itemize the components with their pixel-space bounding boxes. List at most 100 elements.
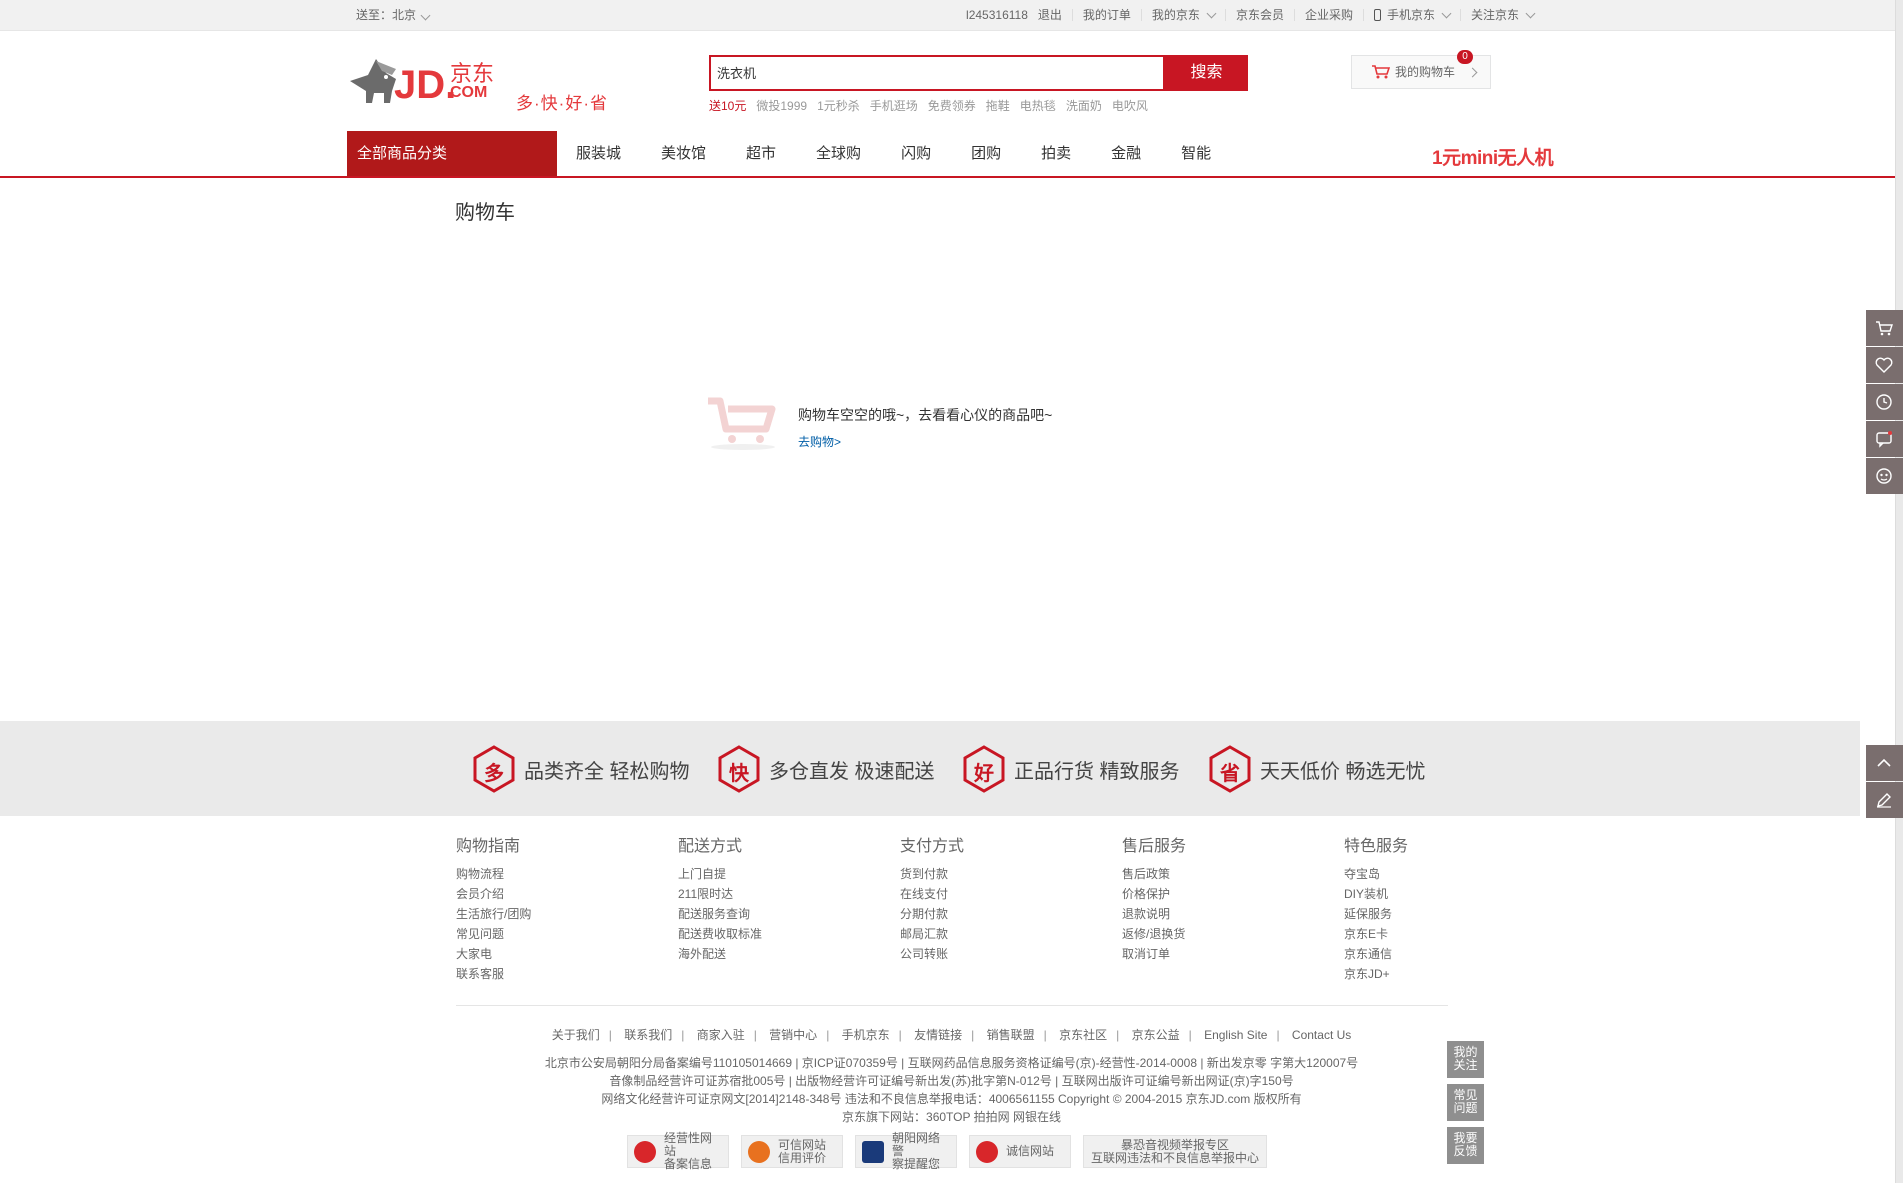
help-link[interactable]: 在线支付 <box>900 884 1100 904</box>
help-link[interactable]: 京东通信 <box>1344 944 1448 964</box>
my-cart-button[interactable]: 我的购物车 0 <box>1351 50 1491 89</box>
footer-link[interactable]: 销售联盟 <box>987 1028 1035 1042</box>
faq-button[interactable]: 常见问题 <box>1447 1084 1484 1121</box>
username[interactable]: l245316118 <box>966 0 1028 30</box>
help-link[interactable]: 配送费收取标准 <box>678 924 878 944</box>
toolbar-history-button[interactable] <box>1866 384 1903 420</box>
hotword-link[interactable]: 送10元 <box>709 97 746 114</box>
help-link[interactable]: 大家电 <box>456 944 656 964</box>
toolbar-message-button[interactable] <box>1866 421 1903 457</box>
hotword-link[interactable]: 1元秒杀 <box>817 97 860 114</box>
trust-badge[interactable]: 可信网站 信用评价 <box>741 1135 843 1168</box>
help-link[interactable]: 京东JD+ <box>1344 964 1448 984</box>
footer-link[interactable]: 京东公益 <box>1132 1028 1180 1042</box>
separator: | <box>1043 1028 1047 1042</box>
hotword-link[interactable]: 手机逛场 <box>870 97 918 114</box>
jd-logo[interactable]: JD. 京东 COM 多·快·好·省 <box>346 51 636 113</box>
nav-item-supermarket[interactable]: 超市 <box>746 131 776 176</box>
search-button[interactable]: 搜索 <box>1165 55 1248 91</box>
toolbar-cart-button[interactable] <box>1866 310 1903 346</box>
nav-item-flash[interactable]: 闪购 <box>901 131 931 176</box>
hotword-link[interactable]: 电吹风 <box>1112 97 1148 114</box>
all-categories-menu[interactable]: 全部商品分类 <box>347 131 557 176</box>
follow-jd-menu[interactable]: 关注京东 <box>1461 0 1544 30</box>
footer-link[interactable]: Contact Us <box>1292 1028 1351 1042</box>
feedback-button[interactable]: 我要反馈 <box>1447 1127 1484 1164</box>
my-follow-button[interactable]: 我的关注 <box>1447 1041 1484 1078</box>
help-link[interactable]: 生活旅行/团购 <box>456 904 656 924</box>
service-slogan-band: 多 品类齐全 轻松购物 快 多仓直发 极速配送 好 正品行货 精致服务 省 天天… <box>0 721 1860 816</box>
help-link[interactable]: 返修/退换货 <box>1122 924 1322 944</box>
location-selector[interactable]: 送至：北京 <box>356 0 431 30</box>
help-link[interactable]: 联系客服 <box>456 964 656 984</box>
footer-link[interactable]: 商家入驻 <box>697 1028 745 1042</box>
help-link[interactable]: 价格保护 <box>1122 884 1322 904</box>
help-link[interactable]: 211限时达 <box>678 884 878 904</box>
help-link[interactable]: 取消订单 <box>1122 944 1322 964</box>
help-link[interactable]: 会员介绍 <box>456 884 656 904</box>
help-link[interactable]: 海外配送 <box>678 944 878 964</box>
footer-link[interactable]: 友情链接 <box>914 1028 962 1042</box>
logout-link[interactable]: 退出 <box>1038 0 1062 30</box>
nav-item-group[interactable]: 团购 <box>971 131 1001 176</box>
nav-item-global[interactable]: 全球购 <box>816 131 861 176</box>
jd-member-link[interactable]: 京东会员 <box>1236 0 1284 30</box>
footer-links: 关于我们 | 联系我们 | 商家入驻 | 营销中心 | 手机京东 | 友情链接 | 销售联盟… <box>0 1026 1903 1043</box>
my-orders-link[interactable]: 我的订单 <box>1083 0 1131 30</box>
hotword-link[interactable]: 洗面奶 <box>1066 97 1102 114</box>
separator: | <box>826 1028 830 1042</box>
pencil-icon <box>1877 793 1891 808</box>
footer-link[interactable]: English Site <box>1204 1028 1267 1042</box>
toolbar-favorite-button[interactable] <box>1866 347 1903 383</box>
help-link[interactable]: 配送服务查询 <box>678 904 878 924</box>
hotword-link[interactable]: 微投1999 <box>756 97 807 114</box>
help-link[interactable]: 购物流程 <box>456 864 656 884</box>
help-link[interactable]: 退款说明 <box>1122 904 1322 924</box>
footer-link[interactable]: 手机京东 <box>842 1028 890 1042</box>
help-link[interactable]: 延保服务 <box>1344 904 1448 924</box>
toolbar-jimi-button[interactable] <box>1866 458 1903 494</box>
help-link[interactable]: 上门自提 <box>678 864 878 884</box>
go-shopping-link[interactable]: 去购物> <box>798 433 841 450</box>
nav-item-smart[interactable]: 智能 <box>1181 131 1211 176</box>
footer-link[interactable]: 联系我们 <box>624 1028 672 1042</box>
help-link[interactable]: 京东E卡 <box>1344 924 1448 944</box>
footer-link[interactable]: 关于我们 <box>552 1028 600 1042</box>
footer-link[interactable]: 京东社区 <box>1059 1028 1107 1042</box>
nav-item-clothing[interactable]: 服装城 <box>576 131 621 176</box>
separator: | <box>1276 1028 1280 1042</box>
footer-link[interactable]: 营销中心 <box>769 1028 817 1042</box>
trust-badge[interactable]: 诚信网站 <box>969 1135 1071 1168</box>
hotword-link[interactable]: 免费领券 <box>928 97 976 114</box>
trust-badge[interactable]: 朝阳网络警 察提醒您 <box>855 1132 957 1171</box>
hotword-link[interactable]: 电热毯 <box>1020 97 1056 114</box>
my-jd-menu[interactable]: 我的京东 <box>1142 0 1225 30</box>
help-link[interactable]: 分期付款 <box>900 904 1100 924</box>
help-link[interactable]: 公司转账 <box>900 944 1100 964</box>
search-input[interactable] <box>711 57 1163 87</box>
hotword-link[interactable]: 拖鞋 <box>986 97 1010 114</box>
help-link[interactable]: 夺宝岛 <box>1344 864 1448 884</box>
trust-badge-text: 可信网站 信用评价 <box>778 1137 827 1165</box>
heart-icon <box>1875 357 1893 373</box>
scrollbar[interactable] <box>1895 0 1903 1183</box>
help-link[interactable]: DIY装机 <box>1344 884 1448 904</box>
toolbar-edit-button[interactable] <box>1866 782 1903 818</box>
promo-banner[interactable]: 1元mini无人机 <box>1432 143 1554 170</box>
chevron-down-icon <box>1441 8 1452 18</box>
help-link[interactable]: 常见问题 <box>456 924 656 944</box>
mobile-jd-menu[interactable]: 手机京东 <box>1364 0 1460 30</box>
empty-cart-message: 购物车空空的哦~，去看看心仪的商品吧~ <box>798 407 1053 423</box>
trust-badge[interactable]: 暴恐音视频举报专区 互联网违法和不良信息举报中心 <box>1083 1135 1267 1168</box>
nav-item-beauty[interactable]: 美妆馆 <box>661 131 706 176</box>
nav-item-auction[interactable]: 拍卖 <box>1041 131 1071 176</box>
enterprise-purchase-link[interactable]: 企业采购 <box>1305 0 1353 30</box>
faq-label: 常见问题 <box>1453 1088 1478 1115</box>
back-to-top-button[interactable] <box>1866 745 1903 781</box>
nav-item-finance[interactable]: 金融 <box>1111 131 1141 176</box>
trust-badge[interactable]: 经营性网站 备案信息 <box>627 1132 729 1171</box>
help-link[interactable]: 售后政策 <box>1122 864 1322 884</box>
help-link[interactable]: 货到付款 <box>900 864 1100 884</box>
help-link[interactable]: 邮局汇款 <box>900 924 1100 944</box>
slogan-item: 省 天天低价 畅选无忧 <box>1208 745 1426 793</box>
